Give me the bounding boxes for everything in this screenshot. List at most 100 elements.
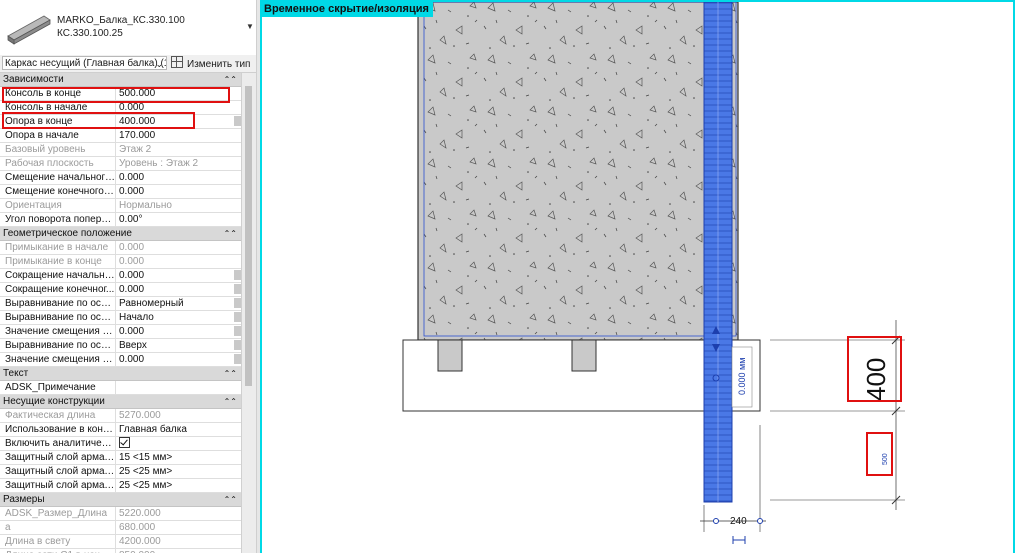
row-edit-handle[interactable] <box>234 116 241 126</box>
property-row[interactable]: Смещение начального ... 0.000 <box>0 171 241 185</box>
property-row[interactable]: Сокращение конечног... 0.000 <box>0 283 241 297</box>
property-row: Фактическая длина 5270.000 <box>0 409 241 423</box>
family-name: MARKO_Балка_КС.330.100 <box>57 15 185 26</box>
dropdown-arrow-icon[interactable]: ▼ <box>246 22 254 31</box>
property-row[interactable]: Включить аналитическ... <box>0 437 241 451</box>
property-value[interactable]: 0.000 <box>116 353 241 366</box>
property-row: Длина сети С1 в начале850.000 <box>0 549 241 553</box>
edit-type-icon <box>171 56 183 68</box>
concrete-beam-section[interactable] <box>417 2 739 341</box>
property-group-header[interactable]: Текст ⌃⌃ <box>0 367 241 381</box>
property-name: Ориентация <box>0 199 116 212</box>
property-group-label: Несущие конструкции <box>3 396 105 407</box>
property-row[interactable]: Угол поворота попереч... 0.00° <box>0 213 241 227</box>
property-row[interactable]: Значение смещения по... 0.000 <box>0 353 241 367</box>
property-value[interactable]: 25 <25 мм> <box>116 479 241 492</box>
property-group-label: Зависимости <box>3 74 64 85</box>
property-value[interactable]: 0.000 <box>116 269 241 282</box>
dim-240-flip-icon[interactable] <box>732 536 746 544</box>
property-row[interactable]: ADSK_Примечание <box>0 381 241 395</box>
edit-type-button[interactable]: Изменить тип <box>171 56 250 71</box>
property-value[interactable]: Равномерный <box>116 297 241 310</box>
support-notch-right <box>571 339 597 372</box>
row-edit-handle[interactable] <box>234 270 241 280</box>
property-row: Рабочая плоскость Уровень : Этаж 2 <box>0 157 241 171</box>
dim-240-grip-right[interactable] <box>757 518 763 524</box>
property-row[interactable]: Опора в конце 400.000 <box>0 115 241 129</box>
property-group-header[interactable]: Размеры ⌃⌃ <box>0 493 241 507</box>
property-row[interactable]: Использование в конст... Главная балка <box>0 423 241 437</box>
property-name: Длина сети С1 в начале <box>0 549 116 553</box>
property-group-header[interactable]: Геометрическое положение ⌃⌃ <box>0 227 241 241</box>
scrollbar-thumb[interactable] <box>245 86 252 386</box>
property-row[interactable]: Защитный слой армату... 15 <15 мм> <box>0 451 241 465</box>
property-row[interactable]: Выравнивание по оси Z Вверх <box>0 339 241 353</box>
property-row[interactable]: Опора в начале 170.000 <box>0 129 241 143</box>
property-row[interactable]: Выравнивание по осям ... Равномерный <box>0 297 241 311</box>
property-value: 680.000 <box>119 522 156 533</box>
property-row[interactable]: Смещение конечного у... 0.000 <box>0 185 241 199</box>
elevation-value: 0.000 мм <box>737 358 747 395</box>
dim-400-value[interactable]: 400 <box>861 358 891 401</box>
property-name: Примыкание в начале <box>0 241 116 254</box>
row-edit-handle[interactable] <box>234 326 241 336</box>
property-value[interactable]: 0.00° <box>116 213 241 226</box>
dim-240-value[interactable]: 240 <box>730 516 747 527</box>
property-row[interactable]: Значение смещения по... 0.000 <box>0 325 241 339</box>
property-value[interactable]: Начало <box>116 311 241 324</box>
instance-selector-row: Каркас несущий (Главная балка) (1) ⌄ Изм… <box>0 55 256 73</box>
property-value[interactable]: 25 <25 мм> <box>116 465 241 478</box>
property-row: a 680.000 <box>0 521 241 535</box>
property-value[interactable]: 400.000 <box>116 115 241 128</box>
collapse-icon[interactable]: ⌃⌃ <box>224 227 237 240</box>
row-edit-handle[interactable] <box>234 340 241 350</box>
collapse-icon[interactable]: ⌃⌃ <box>224 367 237 380</box>
property-value[interactable]: 500.000 <box>116 87 241 100</box>
property-name: Консоль в начале <box>0 101 116 114</box>
property-group-label: Размеры <box>3 494 45 505</box>
collapse-icon[interactable]: ⌃⌃ <box>224 395 237 408</box>
property-name: Использование в конст... <box>0 423 116 436</box>
property-row[interactable]: Консоль в конце 500.000 <box>0 87 241 101</box>
property-value[interactable]: 0.000 <box>116 325 241 338</box>
property-name: Примыкание в конце <box>0 255 116 268</box>
row-edit-handle[interactable] <box>234 354 241 364</box>
property-value[interactable]: 15 <15 мм> <box>116 451 241 464</box>
property-name: Рабочая плоскость <box>0 157 116 170</box>
property-row[interactable]: Защитный слой армату... 25 <25 мм> <box>0 465 241 479</box>
property-name: Выравнивание по осям ... <box>0 297 116 310</box>
property-value[interactable] <box>116 381 241 394</box>
property-group-header[interactable]: Зависимости ⌃⌃ <box>0 73 241 87</box>
property-name: ADSK_Примечание <box>0 381 116 394</box>
property-name: Фактическая длина <box>0 409 116 422</box>
property-value[interactable]: 0.000 <box>116 171 241 184</box>
property-row: Примыкание в начале 0.000 <box>0 241 241 255</box>
instance-filter-dropdown[interactable]: Каркас несущий (Главная балка) (1) ⌄ <box>2 56 167 70</box>
property-value[interactable]: 170.000 <box>116 129 241 142</box>
row-edit-handle[interactable] <box>234 312 241 322</box>
analytical-model-checkbox[interactable] <box>119 437 130 448</box>
property-row[interactable]: Выравнивание по оси Y Начало <box>0 311 241 325</box>
property-row[interactable]: Консоль в начале 0.000 <box>0 101 241 115</box>
dim-240-grip-left[interactable] <box>713 518 719 524</box>
collapse-icon[interactable]: ⌃⌃ <box>224 73 237 86</box>
property-value[interactable]: Главная балка <box>116 423 241 436</box>
property-checkbox-cell[interactable] <box>116 437 241 450</box>
properties-panel: MARKO_Балка_КС.330.100 КС.330.100.25 ▼ К… <box>0 0 256 553</box>
property-value[interactable]: Вверх <box>116 339 241 352</box>
collapse-icon[interactable]: ⌃⌃ <box>224 493 237 506</box>
row-edit-handle[interactable] <box>234 284 241 294</box>
drawing-view[interactable]: Временное скрытие/изоляция 0.000 мм 400 … <box>260 0 1015 553</box>
type-selector[interactable]: MARKO_Балка_КС.330.100 КС.330.100.25 ▼ <box>0 0 256 56</box>
property-value: Нормально <box>119 200 172 211</box>
property-row[interactable]: Сокращение начальног... 0.000 <box>0 269 241 283</box>
row-edit-handle[interactable] <box>234 298 241 308</box>
property-value[interactable]: 0.000 <box>116 101 241 114</box>
property-group-header[interactable]: Несущие конструкции ⌃⌃ <box>0 395 241 409</box>
property-row[interactable]: Защитный слой армату... 25 <25 мм> <box>0 479 241 493</box>
property-name: Смещение начального ... <box>0 171 116 184</box>
property-value[interactable]: 0.000 <box>116 185 241 198</box>
dim-500-value[interactable]: 500 <box>882 453 889 465</box>
property-value[interactable]: 0.000 <box>116 283 241 296</box>
property-value: 5270.000 <box>119 410 161 421</box>
